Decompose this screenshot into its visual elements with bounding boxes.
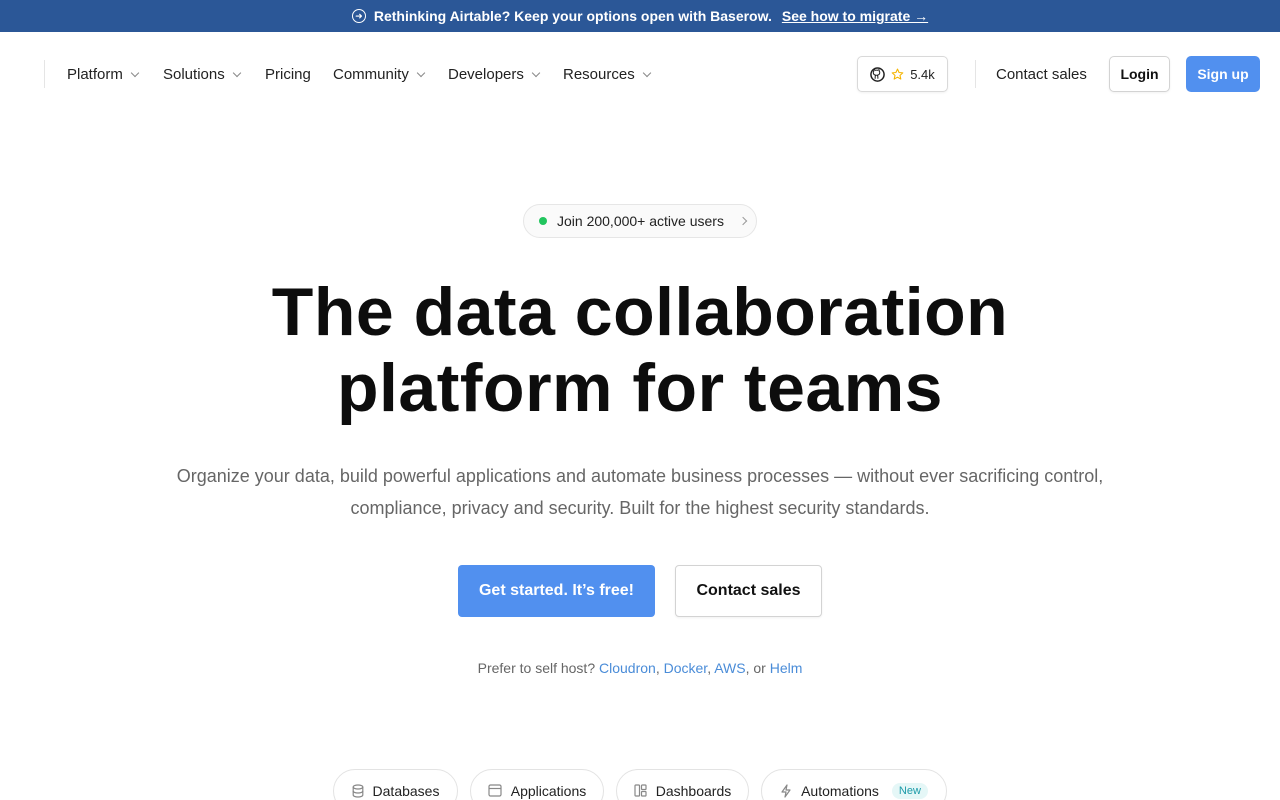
nav-divider [975, 60, 976, 88]
status-dot [539, 217, 547, 225]
arrow-circle-icon: ➜ [351, 9, 366, 23]
hero-subtitle: Organize your data, build powerful appli… [140, 460, 1140, 524]
pill-text: Join 200,000+ active users [557, 213, 724, 229]
chevron-right-icon [738, 216, 748, 226]
migrate-link[interactable]: See how to migrate → [782, 8, 928, 24]
aws-link[interactable]: AWS [714, 660, 745, 676]
github-stars-button[interactable]: 5.4k [857, 56, 948, 92]
tab-applications[interactable]: Applications [470, 769, 604, 800]
login-button[interactable]: Login [1109, 56, 1170, 92]
nav-item-label: Community [333, 66, 409, 83]
hero-title-line: The data collaboration [271, 274, 1009, 350]
github-star-count: 5.4k [910, 66, 935, 82]
tab-databases[interactable]: Databases [333, 769, 458, 800]
tab-automations[interactable]: Automations New [761, 769, 947, 800]
docker-link[interactable]: Docker [664, 660, 708, 676]
active-users-pill[interactable]: Join 200,000+ active users [523, 204, 757, 238]
contact-sales-link[interactable]: Contact sales [996, 66, 1087, 83]
tab-dashboards[interactable]: Dashboards [616, 769, 749, 800]
nav-item-label: Solutions [163, 66, 225, 83]
hero-subtitle-line: compliance, privacy and security. Built … [350, 498, 930, 518]
cloudron-link[interactable]: Cloudron [599, 660, 656, 676]
chevron-down-icon [130, 68, 140, 77]
banner-text: Rethinking Airtable? Keep your options o… [373, 8, 772, 24]
chevron-down-icon [531, 68, 541, 77]
dashboard-icon [634, 784, 647, 797]
nav-item-platform[interactable]: Platform [67, 66, 140, 83]
announcement-banner: ➜ Rethinking Airtable? Keep your options… [0, 0, 1280, 32]
self-host-or: or [753, 660, 766, 676]
nav-item-pricing[interactable]: Pricing [265, 66, 311, 83]
helm-link[interactable]: Helm [770, 660, 803, 676]
nav-divider [44, 60, 45, 88]
hero-title-line: platform for teams [337, 350, 943, 426]
nav-item-label: Platform [67, 66, 123, 83]
chevron-down-icon [642, 68, 651, 77]
tab-label: Databases [372, 783, 440, 799]
nav-item-community[interactable]: Community [333, 66, 426, 83]
tab-label: Dashboards [655, 783, 732, 799]
nav-item-solutions[interactable]: Solutions [163, 66, 241, 83]
nav-item-label: Resources [563, 66, 635, 83]
nav-item-label: Developers [448, 66, 524, 83]
signup-button[interactable]: Sign up [1186, 56, 1260, 92]
github-icon [870, 66, 886, 82]
self-host-prefix: Prefer to self host? [477, 660, 596, 676]
self-host-line: Prefer to self host? Cloudron, Docker, A… [477, 660, 803, 676]
nav-item-label: Pricing [265, 66, 311, 83]
lightning-icon [781, 784, 791, 798]
nav-item-developers[interactable]: Developers [448, 66, 541, 83]
chevron-down-icon [232, 68, 241, 77]
contact-sales-button[interactable]: Contact sales [675, 565, 822, 617]
hero-title: The data collaboration platform for team… [0, 274, 1280, 426]
main-nav: Platform Solutions Pricing Community Dev… [0, 32, 1280, 116]
hero-subtitle-line: Organize your data, build powerful appli… [176, 466, 1104, 486]
tab-label: Applications [510, 783, 587, 799]
nav-item-resources[interactable]: Resources [563, 66, 651, 83]
database-icon [352, 784, 363, 798]
star-icon [891, 68, 904, 80]
chevron-down-icon [416, 68, 426, 77]
get-started-button[interactable]: Get started. It’s free! [458, 565, 655, 617]
window-icon [488, 784, 502, 797]
new-badge: New [891, 783, 928, 799]
tab-label: Automations [801, 783, 879, 799]
